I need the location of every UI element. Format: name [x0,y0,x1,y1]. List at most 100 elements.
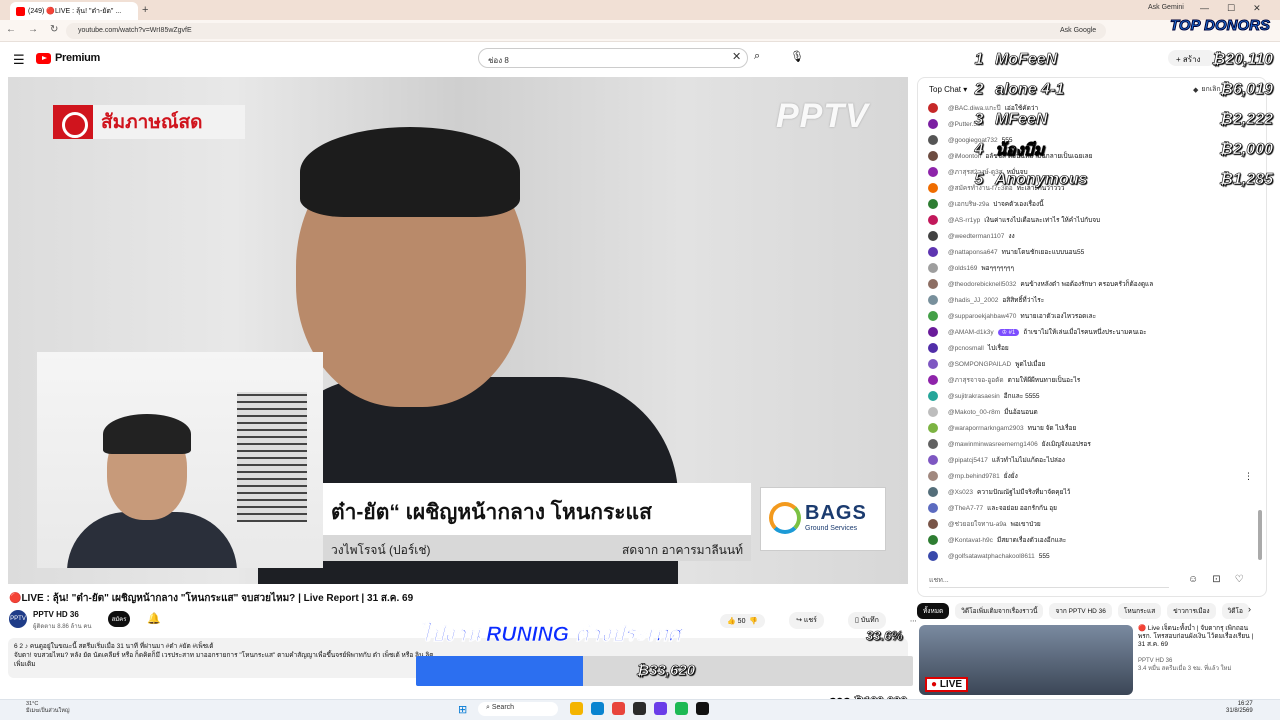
chat-avatar[interactable] [928,503,938,513]
chat-avatar[interactable] [928,487,938,497]
taskbar-search[interactable]: ⌕ Search [478,702,558,716]
ask-gemini-button[interactable]: Ask Gemini [1148,4,1184,11]
chat-avatar[interactable] [928,439,938,449]
chat-author[interactable]: @nattaponsa647 [948,249,998,256]
filter-chip[interactable]: โหนกระแส [1117,603,1162,619]
chat-message[interactable]: @ช่วยอยใจทาน-a9a พอเขาป่วย [928,516,1256,532]
chat-avatar[interactable] [928,535,938,545]
chat-avatar[interactable] [928,343,938,353]
forward-icon[interactable]: → [28,24,38,35]
channel-avatar[interactable]: PPTV [9,610,27,628]
filter-chip[interactable]: ทั้งหมด [917,603,950,619]
chat-message[interactable]: @AS-rr1yp เงินค่าแรงไปเดือนละเท่าไร ให้คำ… [928,212,1256,228]
chat-avatar[interactable] [928,119,938,129]
ask-google-button[interactable]: Ask Google [1060,27,1096,34]
chat-message[interactable]: @ภาสุรจาจอ-อูอตัด ตามให้ผีผีหนทายเป็นอะไร [928,372,1256,388]
chat-message[interactable]: @Kontavat-h9c มีสยาดเรื่องตัวเองอีกและ [928,532,1256,548]
weather-widget[interactable]: 31°C มีเมฆเป็นส่วนใหญ่ [26,701,70,715]
save-button[interactable]: ▯ บันทึก [847,612,886,629]
channel-name[interactable]: PPTV HD 36 [33,610,79,619]
chat-author[interactable]: @golfsatawatphachakool8611 [948,553,1035,560]
chat-message[interactable]: @pcnosmall ไปเรื่อย [928,340,1256,356]
edge-icon[interactable] [591,702,604,715]
chat-message[interactable]: @sujitrakrasaesin อีกและ 5555 [928,388,1256,404]
chat-avatar[interactable] [928,455,938,465]
recommended-thumbnail[interactable]: LIVE [919,625,1133,695]
file-explorer-icon[interactable] [570,702,583,715]
chat-input[interactable]: แชท... [929,572,1169,588]
chat-scrollbar[interactable] [1258,510,1262,560]
close-window-icon[interactable]: ✕ [1253,3,1261,14]
youtube-premium-logo[interactable]: Premium [36,52,100,64]
chat-author[interactable]: @Kontavat-h9c [948,537,993,544]
chat-avatar[interactable] [928,247,938,257]
chat-author[interactable]: @ช่วยอยใจทาน-a9a [948,519,1007,529]
emoji-icon[interactable]: ☺ [1188,574,1198,585]
recommended-title[interactable]: 🔴 Live เจ็ดนะทั้งบ่ำ | จับตากรุ เพิกถอนพ… [1138,625,1258,649]
chat-author[interactable]: @เอกบริษ-z9a [948,199,989,209]
chat-avatar[interactable] [928,135,938,145]
chat-message[interactable]: @เอกบริษ-z9a ปาจคตัวเองเรื่องนี้ [928,196,1256,212]
chat-author[interactable]: @AMAM-d1k3y [948,329,994,336]
browser-tab[interactable]: (249) 🔴LIVE : ลุ้น! "ต๋า-ยัต" ... [10,2,138,20]
chat-message[interactable]: @hadis_JJ_2002 อสิสิทธิ์ที่ว่าไระ [928,292,1256,308]
bell-icon[interactable]: 🔔 [147,612,161,625]
chat-message[interactable]: @TheA7-77 และจอย่อย ออกรักกัน อุย [928,500,1256,516]
search-icon[interactable]: ⌕ [754,50,760,63]
chat-message[interactable]: @Makoto_00-r8m มื่นอ้อนอนด [928,404,1256,420]
chat-author[interactable]: @weedterman1107 [948,233,1004,240]
chevron-right-icon[interactable]: › [1248,604,1251,614]
windows-start-icon[interactable]: ⊞ [458,703,467,716]
more-actions-icon[interactable]: ⋯ [910,617,917,625]
chat-avatar[interactable] [928,263,938,273]
chat-author[interactable]: @pipatcj5417 [948,457,988,464]
clear-search-icon[interactable]: ✕ [732,50,741,63]
chat-message[interactable]: @mawinminwasreemerng1406 ยังเมิญจังแอปรอร [928,436,1256,452]
chat-message[interactable]: @nattaponsa647 ทนายโดนชักเยอะแบบนอน55 [928,244,1256,260]
reload-icon[interactable]: ↻ [50,24,58,35]
maximize-icon[interactable]: ☐ [1227,3,1235,14]
chat-author[interactable]: @theodorebicknell5032 [948,281,1016,288]
chat-message[interactable]: @pipatcj5417 แล้วทำไมไม่แก้ตอะไปล่อง [928,452,1256,468]
chat-avatar[interactable] [928,311,938,321]
share-button[interactable]: ↪ แชร์ [789,612,824,629]
chat-avatar[interactable] [928,407,938,417]
new-tab-icon[interactable]: + [142,4,148,16]
chat-author[interactable]: @hadis_JJ_2002 [948,297,998,304]
filter-chip[interactable]: วิดีโอเพิ่มเติมจากเรื่องราวนี้ [955,603,1044,619]
chat-avatar[interactable] [928,183,938,193]
chat-avatar[interactable] [928,103,938,113]
chat-message[interactable]: @supparoekjahbaw470 ทนายเอาตัวเองไหวรอดเล… [928,308,1256,324]
chat-avatar[interactable] [928,151,938,161]
chat-author[interactable]: @Makoto_00-r8m [948,409,1000,416]
address-bar[interactable]: youtube.com/watch?v=WrI85wZgvfE [66,23,1106,39]
like-button[interactable]: 👍 50 👎 [720,613,766,628]
chat-message[interactable]: @waraporrnarkngam2903 ทนาย จัด ไปเรื่อย [928,420,1256,436]
chat-author[interactable]: @pcnosmall [948,345,984,352]
chat-message[interactable]: @golfsatawatphachakool8611 555 [928,548,1256,563]
chat-avatar[interactable] [928,375,938,385]
chat-author[interactable]: @TheA7-77 [948,505,983,512]
chat-author[interactable]: @AS-rr1yp [948,217,980,224]
chat-message[interactable]: @Xs023 ความปัณณัฐไม่มีจริงที่มาจัดคุยไว้ [928,484,1256,500]
chat-avatar[interactable] [928,295,938,305]
chat-avatar[interactable] [928,471,938,481]
chat-message[interactable]: @AMAM-d1k3y ♔ #1 ถ้าเขาไม่ให้เล่นเมื่อไรคน… [928,324,1256,340]
message-menu-icon[interactable]: ⋮ [1244,471,1253,482]
chat-author[interactable]: @rnp.behind9781 [948,473,1000,480]
spotify-icon[interactable] [675,702,688,715]
chat-avatar[interactable] [928,519,938,529]
super-chat-icon[interactable]: ⊡ [1212,574,1220,585]
search-input[interactable]: ช่อง 8 [478,48,748,68]
chat-avatar[interactable] [928,327,938,337]
back-icon[interactable]: ← [6,24,16,35]
chat-author[interactable]: @SOMPONGPAILAD [948,361,1011,368]
chat-message[interactable]: @weedterman1107 งง [928,228,1256,244]
chat-avatar[interactable] [928,391,938,401]
microphone-icon[interactable]: 🎙 [790,50,804,63]
terminal-icon[interactable] [633,702,646,715]
chat-author[interactable]: @mawinminwasreemerng1406 [948,441,1038,448]
chat-avatar[interactable] [928,215,938,225]
thumbs-down-icon[interactable]: 👎 [749,618,758,625]
chat-author[interactable]: @sujitrakrasaesin [948,393,1000,400]
